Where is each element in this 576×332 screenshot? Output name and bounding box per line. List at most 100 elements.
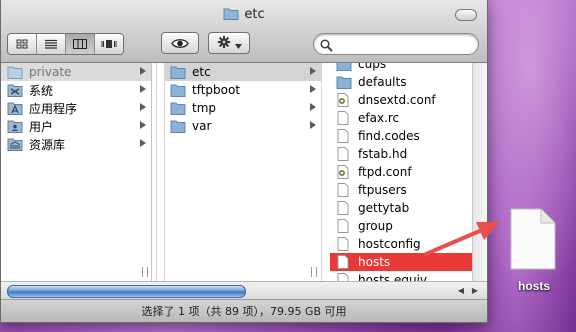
sidebar-item-applications[interactable]: 应用程序: [1, 99, 151, 117]
disclosure-arrow-icon: [310, 121, 316, 129]
file-icon: [336, 219, 352, 233]
search-field[interactable]: [313, 33, 479, 55]
file-icon: [336, 129, 352, 143]
library-icon: [7, 137, 23, 151]
list-item-etc[interactable]: etc: [164, 63, 321, 81]
list-item-label: find.codes: [358, 129, 420, 143]
list-item-label: group: [358, 219, 393, 233]
scroll-right-icon[interactable]: ▶: [469, 285, 481, 296]
column-view-button[interactable]: [66, 34, 95, 54]
column-resize-handle[interactable]: [142, 267, 148, 277]
list-item-label: defaults: [358, 75, 407, 89]
list-item-label: ftpusers: [358, 183, 407, 197]
disclosure-arrow-icon: [310, 103, 316, 111]
window-title-text: etc: [244, 7, 265, 22]
list-item-ftpd-conf[interactable]: ftpd.conf: [330, 163, 473, 181]
quick-look-button[interactable]: [161, 32, 199, 54]
folder-icon: [7, 65, 23, 79]
list-item-label: efax.rc: [358, 111, 400, 125]
sidebar-item-label: 系统: [29, 83, 54, 98]
list-item-find-codes[interactable]: find.codes: [330, 127, 473, 145]
column-divider: [156, 63, 157, 281]
list-item-label: hosts.equiv: [358, 273, 428, 281]
column-private: etc tftpboot tmp var: [164, 63, 322, 281]
list-item-label: cups: [358, 63, 387, 71]
chevron-down-icon: [235, 34, 242, 53]
file-icon: [336, 273, 352, 281]
list-item-var[interactable]: var: [164, 117, 321, 135]
disclosure-arrow-icon: [140, 121, 146, 129]
list-item-tmp[interactable]: tmp: [164, 99, 321, 117]
list-item-efax-rc[interactable]: efax.rc: [330, 109, 473, 127]
applications-icon: [7, 101, 23, 115]
sidebar-item-label: 用户: [29, 119, 54, 134]
config-file-icon: [336, 93, 352, 107]
file-icon: [336, 111, 352, 125]
eye-icon: [171, 34, 189, 53]
system-icon: [7, 83, 23, 97]
list-item-label: ftpd.conf: [358, 165, 412, 179]
sidebar-item-private[interactable]: private: [1, 63, 151, 81]
desktop-file-label[interactable]: hosts: [506, 279, 562, 293]
folder-icon: [170, 83, 186, 97]
sidebar-item-users[interactable]: 用户: [1, 117, 151, 135]
toolbar: etc: [1, 0, 487, 63]
action-menu-button[interactable]: [208, 32, 250, 54]
sidebar-item-library[interactable]: 资源库: [1, 135, 151, 153]
disclosure-arrow-icon: [140, 85, 146, 93]
window-title: etc: [1, 7, 487, 24]
list-item-cups[interactable]: cups: [330, 63, 473, 73]
sidebar-item-label: 应用程序: [29, 101, 78, 116]
annotation-arrow-icon: [424, 222, 500, 256]
list-item-dnsextd-conf[interactable]: dnsextd.conf: [330, 91, 473, 109]
status-text: 选择了 1 项（共 89 项），79.95 GB 可用: [141, 305, 347, 318]
list-item-defaults[interactable]: defaults: [330, 73, 473, 91]
list-item-tftpboot[interactable]: tftpboot: [164, 81, 321, 99]
disclosure-arrow-icon: [140, 67, 146, 75]
status-bar: 选择了 1 项（共 89 项），79.95 GB 可用: [1, 299, 487, 322]
icon-view-button[interactable]: [8, 34, 37, 54]
file-icon: [336, 255, 352, 269]
search-input[interactable]: [336, 36, 474, 53]
list-item-label: etc: [192, 65, 211, 79]
gear-icon: [216, 34, 232, 53]
finder-window: etc private 系统 应用程序 用户 资源库 etc tftpboot …: [0, 0, 488, 323]
list-item-label: var: [192, 119, 212, 133]
folder-icon: [170, 101, 186, 115]
column-resize-handle[interactable]: [311, 267, 317, 277]
list-item-ftpusers[interactable]: ftpusers: [330, 181, 473, 199]
list-item-hosts-equiv[interactable]: hosts.equiv: [330, 271, 473, 281]
file-icon: [336, 237, 352, 251]
list-view-button[interactable]: [37, 34, 66, 54]
scrollbar-thumb[interactable]: [7, 285, 246, 298]
desktop-file-icon[interactable]: [508, 208, 556, 270]
column-divider: [321, 63, 322, 281]
config-file-icon: [336, 165, 352, 179]
view-segmented-control: [7, 33, 124, 55]
folder-icon: [336, 63, 352, 71]
file-icon: [336, 201, 352, 215]
disclosure-arrow-icon: [140, 103, 146, 111]
list-item-label: dnsextd.conf: [358, 93, 436, 107]
search-icon: [320, 37, 333, 56]
list-item-label: gettytab: [358, 201, 410, 215]
folder-icon: [170, 119, 186, 133]
list-item-fstab-hd[interactable]: fstab.hd: [330, 145, 473, 163]
file-icon: [336, 147, 352, 161]
folder-icon: [223, 7, 239, 24]
horizontal-scrollbar[interactable]: ◀ ▶: [1, 281, 487, 299]
toolbar-toggle-button[interactable]: [455, 9, 477, 21]
sidebar-item-system[interactable]: 系统: [1, 81, 151, 99]
list-item-label: tmp: [192, 101, 217, 115]
disclosure-arrow-icon: [310, 85, 316, 93]
list-item-label: hostconfig: [358, 237, 421, 251]
coverflow-view-button[interactable]: [95, 34, 123, 54]
disclosure-arrow-icon: [140, 139, 146, 147]
scroll-left-icon[interactable]: ◀: [455, 285, 467, 296]
list-item-label: fstab.hd: [358, 147, 408, 161]
list-item-label: tftpboot: [192, 83, 241, 97]
folder-icon: [336, 75, 352, 89]
sidebar-item-label: private: [29, 65, 72, 79]
sidebar-item-label: 资源库: [29, 137, 66, 152]
disclosure-arrow-icon: [310, 67, 316, 75]
